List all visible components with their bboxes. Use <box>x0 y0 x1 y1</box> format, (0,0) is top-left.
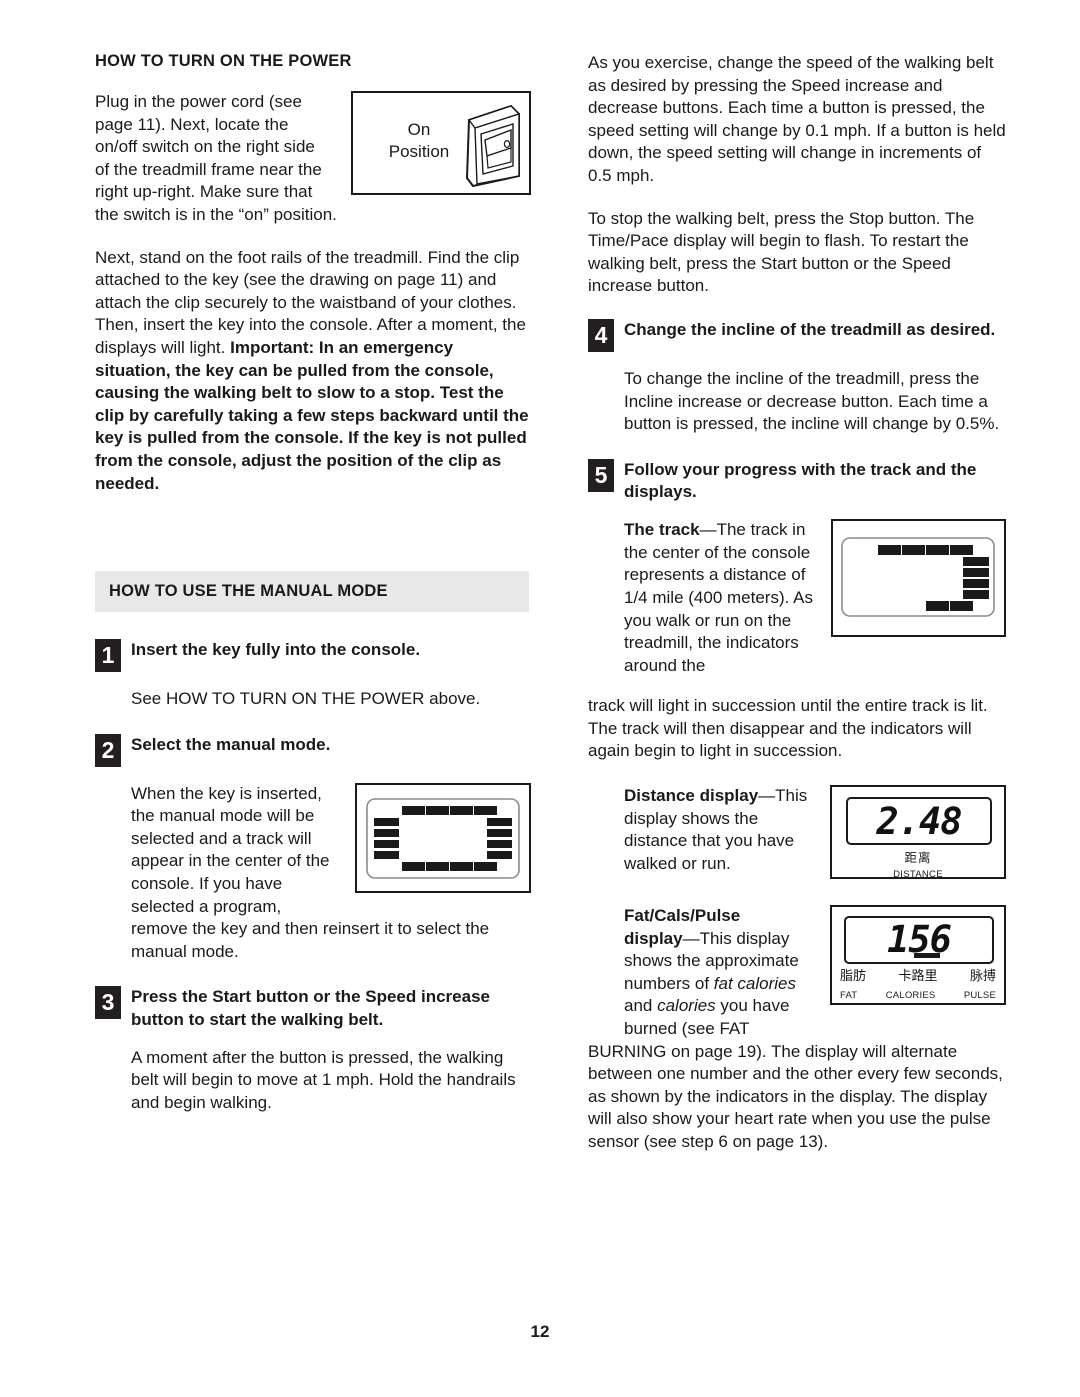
step-3-title: Press the Start button or the Speed incr… <box>131 987 490 1029</box>
rocker-switch-icon <box>465 104 521 188</box>
fatcals-text-part2: and <box>624 996 658 1016</box>
distance-value: 2.48 <box>876 800 962 844</box>
step-1-title: Insert the key fully into the console. <box>131 640 421 660</box>
step-4: 4 Change the incline of the treadmill as… <box>588 318 1006 352</box>
paragraph-foot-rails-bold: Important: In an emergency situation, th… <box>95 337 529 493</box>
distance-lcd-screen: 2.48 <box>846 797 992 846</box>
step-2-title: Select the manual mode. <box>131 734 331 754</box>
step-2: 2 Select the manual mode. <box>95 733 531 767</box>
distance-label-en: DISTANCE <box>893 869 943 881</box>
step-5-title: Follow your progress with the track and … <box>624 459 977 501</box>
track-diagram-full-icon <box>366 797 520 879</box>
step-3-body: A moment after the button is pressed, th… <box>131 1047 516 1113</box>
step-4-title: Change the incline of the treadmill as d… <box>624 319 996 339</box>
fatcals-active-indicator <box>914 953 940 959</box>
distance-display-figure: 2.48 距离 DISTANCE <box>830 785 1006 880</box>
paragraph-stop-belt: To stop the walking belt, press the Stop… <box>588 208 975 296</box>
step-3-number: 3 <box>95 986 121 1020</box>
step-2-body-wrapper: When the key is inserted, the manual mod… <box>131 782 531 964</box>
column-spacer <box>95 515 531 571</box>
on-position-figure: On Position <box>351 91 531 195</box>
fatcals-label-line2: display <box>624 928 683 948</box>
fatcals-lcd-screen: 156 <box>844 916 994 965</box>
section-heading-power: HOW TO TURN ON THE POWER <box>95 52 352 70</box>
on-position-label-line2: Position <box>388 142 450 161</box>
on-position-label-line1: On <box>407 120 431 139</box>
track-description-block: The track—The track in the center of the… <box>624 519 1006 677</box>
fatcals-label-en-calories: CALORIES <box>885 990 936 1002</box>
console-track-figure-partial <box>831 519 1006 638</box>
console-track-figure-full <box>355 782 531 893</box>
fatcals-label-en-fat: FAT <box>840 990 858 1002</box>
left-column: HOW TO TURN ON THE POWER On Position Plu… <box>95 52 531 1137</box>
step-3: 3 Press the Start button or the Speed in… <box>95 985 531 1030</box>
track-text-wrapped: —The track in the center of the console … <box>624 520 813 675</box>
fatcals-text-italic1: fat calories <box>713 973 796 993</box>
section-heading-manual-mode: HOW TO USE THE MANUAL MODE <box>95 571 529 613</box>
step-1: 1 Insert the key fully into the console. <box>95 638 531 673</box>
fatcals-display-block: 156 脂肪 卡路里 脉搏 FAT CALORIES PULSE Fat/Cal… <box>624 905 1006 1041</box>
track-diagram-partial-icon <box>841 537 995 617</box>
distance-display-block: 2.48 距离 DISTANCE Distance display—This d… <box>624 785 1006 885</box>
step-1-body: See HOW TO TURN ON THE POWER above. <box>131 689 481 709</box>
paragraph-foot-rails: Next, stand on the foot rails of the tre… <box>95 247 531 496</box>
fatcals-display-figure: 156 脂肪 卡路里 脉搏 FAT CALORIES PULSE <box>830 905 1006 1008</box>
distance-label-bold: Distance display <box>624 786 759 806</box>
step-4-body: To change the incline of the treadmill, … <box>624 368 1000 434</box>
fatcals-text-italic2: calories <box>657 996 716 1016</box>
step-2-number: 2 <box>95 733 121 767</box>
page-number: 12 <box>530 1322 550 1341</box>
track-text-continued: track will light in succession until the… <box>588 696 988 761</box>
step-1-number: 1 <box>95 639 121 673</box>
fatcals-labels-en: FAT CALORIES PULSE <box>832 985 1004 1008</box>
fatcals-label-line1: Fat/Cals/Pulse <box>624 906 741 926</box>
fatcals-label-en-pulse: PULSE <box>963 990 996 1002</box>
track-label: The track <box>624 520 700 540</box>
step-5-number: 5 <box>588 458 614 492</box>
on-position-label: On Position <box>367 119 471 163</box>
step-4-number: 4 <box>588 318 614 352</box>
fatcals-text-continued: BURNING on page 19). The display will al… <box>588 1041 1003 1151</box>
power-intro-block: On Position Plug in the power cord (see … <box>95 91 531 247</box>
paragraph-speed-change: As you exercise, change the speed of the… <box>588 53 1006 185</box>
step-5: 5 Follow your progress with the track an… <box>588 458 1006 503</box>
right-column: As you exercise, change the speed of the… <box>588 52 1006 1174</box>
manual-page: HOW TO TURN ON THE POWER On Position Plu… <box>0 0 1080 1397</box>
